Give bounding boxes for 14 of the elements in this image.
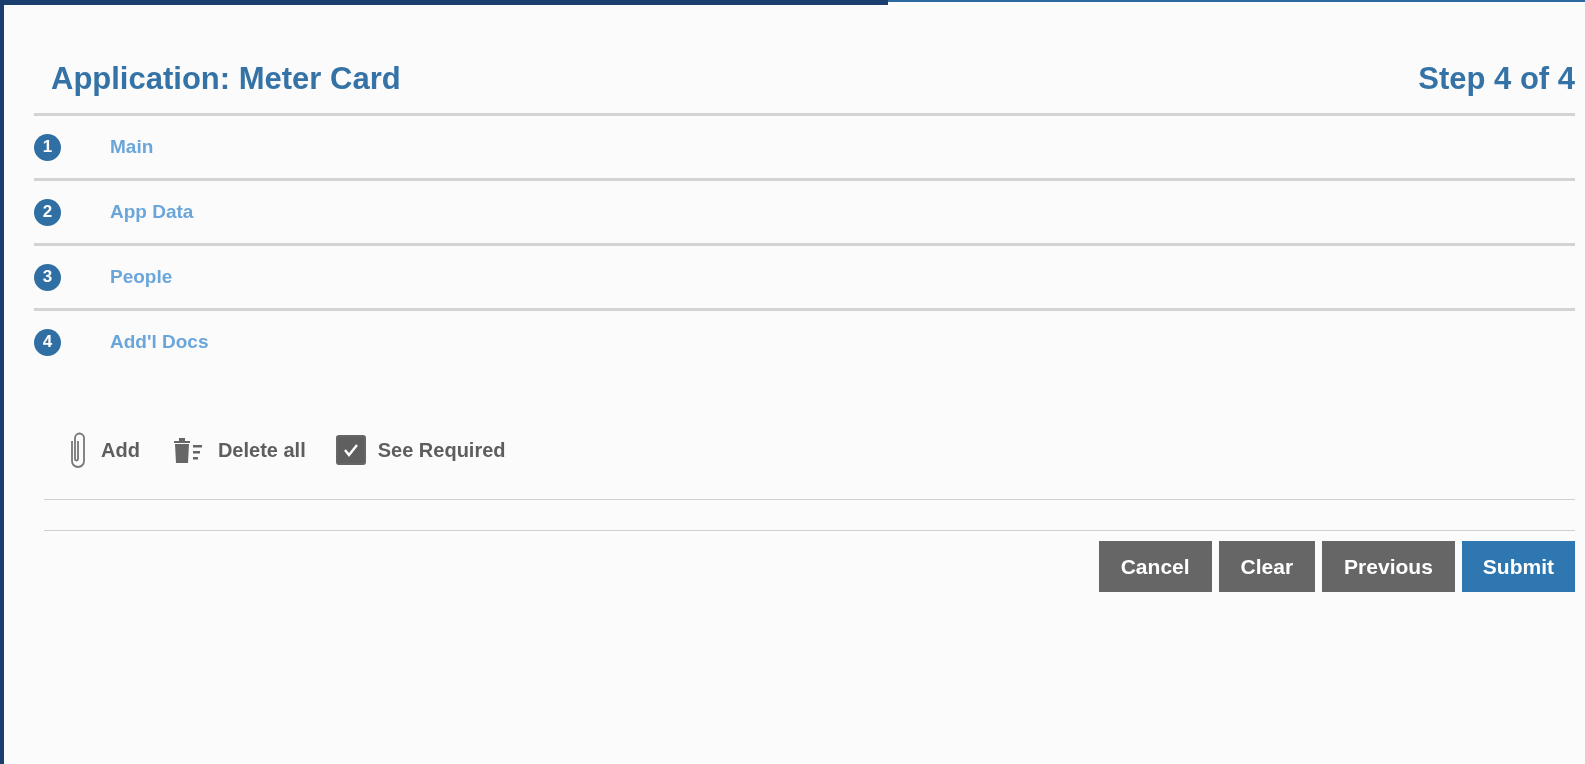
step-number-badge: 2 <box>34 198 61 226</box>
add-button[interactable]: Add <box>67 431 140 469</box>
step-number-badge: 4 <box>34 328 61 356</box>
step-number-badge: 3 <box>34 263 61 291</box>
action-button[interactable]: Cancel <box>1098 541 1212 592</box>
action-button[interactable]: Submit <box>1461 541 1575 592</box>
step-number-badge: 1 <box>34 133 61 161</box>
checkbox-label: See Required <box>377 438 506 462</box>
page-title: Application: Meter Card <box>51 61 401 97</box>
delete-all-button[interactable]: Delete all <box>169 435 306 465</box>
see-required-checkbox[interactable] <box>335 435 366 465</box>
step-indicator: Step 4 of 4 <box>1418 61 1575 97</box>
action-button[interactable]: Previous <box>1322 541 1455 592</box>
action-button[interactable]: Clear <box>1218 541 1316 592</box>
